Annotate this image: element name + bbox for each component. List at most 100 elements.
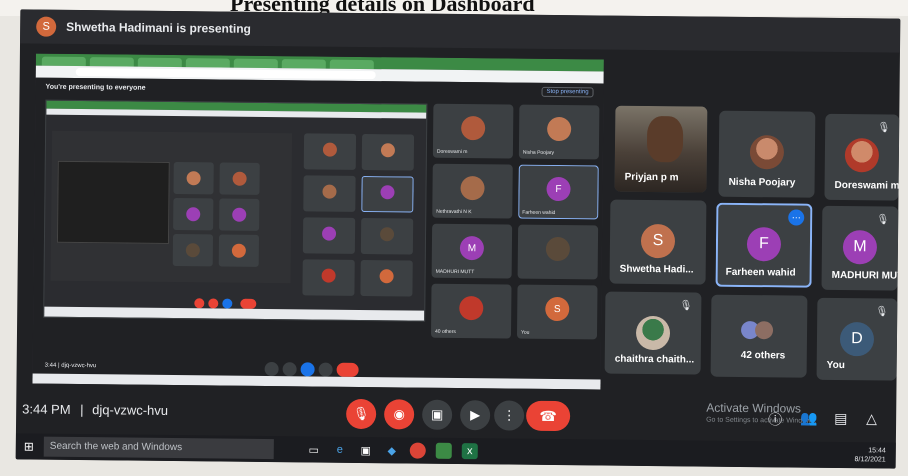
others-avatar: [754, 321, 774, 340]
presenting-text: Shwetha Hadimani is presenting: [66, 19, 251, 36]
present-now-button[interactable]: ▶: [459, 400, 491, 431]
browser-tab: [89, 57, 134, 67]
nested-tile: [173, 198, 214, 231]
participant-name: Shwetha Hadi...: [619, 263, 694, 276]
presenter-avatar: S: [36, 16, 57, 37]
nested-meet-view-deep: [56, 160, 170, 244]
nested-tile: [172, 234, 214, 267]
dropbox-icon[interactable]: ◆: [384, 442, 400, 458]
camera-toggle-button[interactable]: ◉: [384, 399, 415, 430]
participant-avatar: S: [640, 223, 676, 259]
participant-tile-madhuri[interactable]: M 🎙 MADHURI MUTT: [821, 205, 899, 291]
inner-more-icon: [318, 362, 333, 377]
inner-tile: S You: [516, 284, 598, 340]
inner-tile-avatar: F: [546, 176, 571, 202]
info-icon[interactable]: ⓘ: [768, 409, 782, 429]
inner-tile-avatar: [461, 116, 486, 141]
browser-tab: [41, 56, 86, 67]
captions-button[interactable]: ▣: [422, 399, 453, 430]
participant-tile-farheen[interactable]: F ⋯ Farheen wahid: [715, 202, 813, 288]
browser-tab: [281, 59, 326, 69]
inner-tile: Nisha Poojary: [518, 104, 600, 160]
activities-icon[interactable]: △: [866, 410, 877, 427]
participant-face: [646, 115, 684, 163]
inner-tile: [517, 224, 599, 280]
inner-tile-name: Doreswami m: [436, 148, 468, 156]
inner-tile: Doreswami m: [432, 103, 514, 159]
participant-tile-chaithra[interactable]: 🎙 chaithra chaith...: [604, 291, 702, 375]
inner-tile-name: Farheen wahid: [522, 209, 556, 217]
task-view-icon[interactable]: ▭: [306, 441, 322, 457]
participant-name: You: [826, 359, 845, 372]
participant-photo: [749, 135, 785, 170]
inner-end-call-icon: [336, 362, 359, 377]
inner-taskbar: [32, 373, 601, 390]
mic-off-icon: 🎙: [679, 300, 693, 312]
taskbar-search-box[interactable]: Search the web and Windows: [43, 436, 274, 460]
browser-tab: [233, 58, 278, 69]
edge-icon[interactable]: e: [332, 442, 348, 458]
address-bar: [75, 67, 376, 80]
inner-tile-name: Nisha Poojary: [522, 149, 555, 157]
chrome-icon[interactable]: [409, 442, 426, 459]
mic-off-icon: 🎙: [875, 306, 889, 318]
inner-tile-name: Nethravathi N K: [436, 208, 472, 216]
nested-tile: [361, 175, 414, 213]
inner-meeting-info: 3:44 | djq-vzwc-hvu: [45, 363, 97, 370]
nested-tile: [361, 133, 415, 171]
inner-meet-view: You're presenting to everyone Stop prese…: [32, 77, 604, 390]
participant-tile-priyjan[interactable]: Priyjan p m: [614, 105, 708, 193]
inner-meeting-code: djq-vzwc-hvu: [61, 362, 97, 370]
shared-screen[interactable]: You're presenting to everyone Stop prese…: [32, 53, 604, 390]
mic-off-icon: 🎙: [876, 214, 890, 226]
nested-tile: [302, 259, 355, 296]
participant-tile-others[interactable]: 42 others: [710, 294, 808, 378]
browser-tab: [137, 57, 182, 68]
participant-tile-doreswami[interactable]: 🎙 Doreswami m: [824, 113, 900, 201]
excel-icon[interactable]: x: [461, 443, 478, 460]
browser-tab: [185, 58, 230, 68]
nested-camera-icon: [208, 298, 219, 309]
more-options-button[interactable]: ⋮: [493, 400, 525, 431]
windows-start-icon[interactable]: ⊞: [24, 439, 38, 453]
inner-tile: M MADHURI MUTT: [431, 223, 513, 279]
inner-tile: Nethravathi N K: [432, 163, 513, 219]
nested-avatar: [322, 142, 338, 157]
inner-tile-name: MADHURI MUTT: [435, 268, 475, 276]
meeting-code-separator: |: [80, 402, 84, 418]
system-tray-clock[interactable]: 15:44 8/12/2021: [855, 446, 886, 464]
nested-taskbar: [44, 306, 425, 321]
nested-avatar: [321, 268, 336, 283]
nested-tile: [360, 259, 413, 297]
participant-photo: [635, 315, 671, 351]
inner-separator: |: [57, 362, 60, 369]
end-call-button[interactable]: ☎: [525, 400, 571, 432]
inner-tile-avatar: [547, 116, 572, 142]
participant-tile-shwetha[interactable]: S Shwetha Hadi...: [609, 199, 707, 285]
nested-avatar: [186, 171, 201, 186]
file-manager-icon[interactable]: [435, 442, 452, 459]
more-options-icon[interactable]: ⋯: [788, 209, 805, 226]
people-icon[interactable]: 👥: [800, 410, 818, 427]
nested-avatar: [186, 207, 201, 222]
inner-camera-icon: [282, 362, 297, 377]
inner-tile-avatar: [460, 176, 485, 201]
presenting-to-everyone-label: You're presenting to everyone: [45, 83, 146, 92]
mic-toggle-button[interactable]: 🎙: [346, 398, 377, 430]
nested-tile: [219, 198, 260, 231]
chat-icon[interactable]: ▤: [834, 410, 847, 427]
inner-tile-avatar: [459, 296, 484, 321]
nested-tile: [302, 217, 356, 254]
nested-present-icon: [222, 298, 233, 309]
clock-time: 15:44: [868, 447, 886, 455]
participant-avatar: F: [746, 227, 782, 262]
nested-avatar: [232, 207, 247, 222]
meet-window: S Shwetha Hadimani is presenting You're …: [15, 9, 901, 469]
participant-tile-you[interactable]: D 🎙 You: [816, 297, 898, 381]
nested-tile: [173, 162, 214, 195]
store-icon[interactable]: ▣: [358, 442, 374, 458]
nested-mic-icon: [194, 298, 205, 309]
participant-avatar: M: [842, 230, 878, 265]
participant-tile-nisha[interactable]: Nisha Poojary: [718, 110, 816, 198]
inner-tile-name: 40 others: [434, 328, 456, 335]
